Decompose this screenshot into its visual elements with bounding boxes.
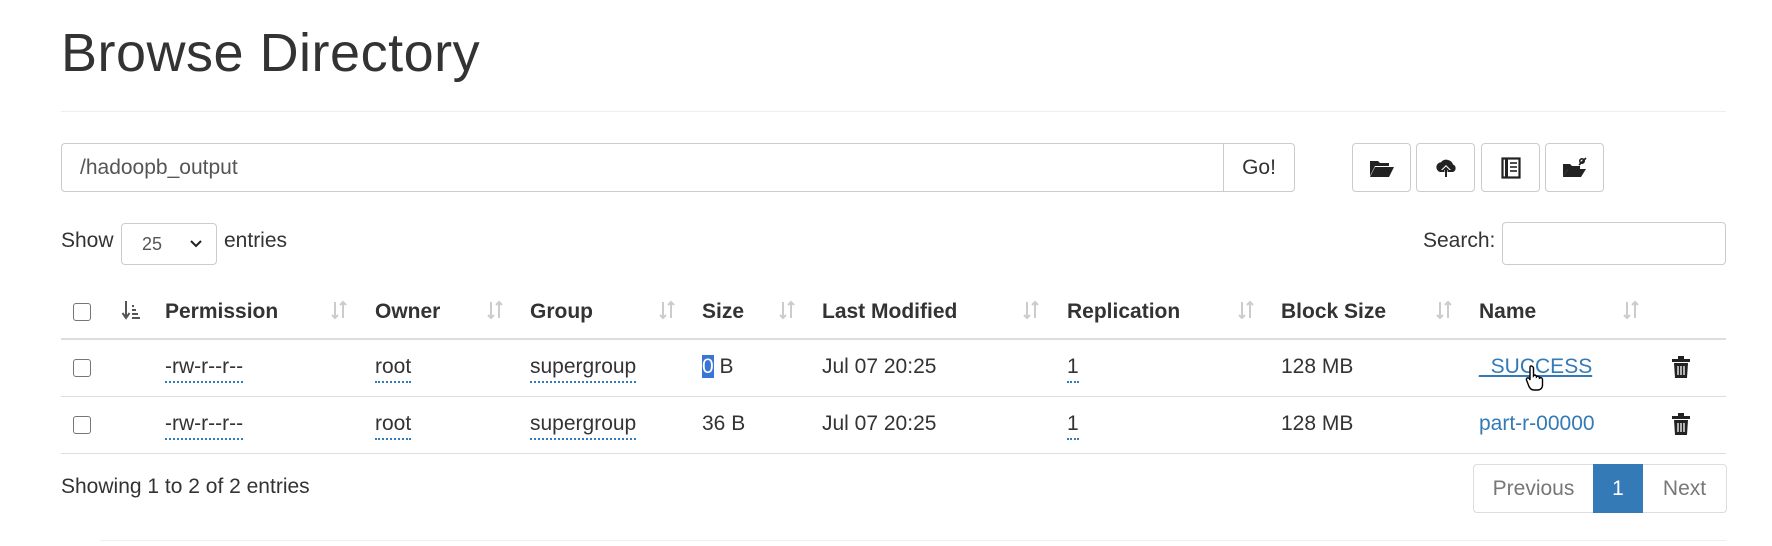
column-header-name[interactable]: Name [1479,300,1536,324]
table-header: Permission Owner Group Size Last Modifie… [61,286,1726,340]
block-size-cell: 128 MB [1281,355,1354,378]
folder-open-icon [1369,160,1394,177]
block-size-cell: 128 MB [1281,412,1354,435]
search-input[interactable] [1502,222,1726,265]
last-modified-cell: Jul 07 20:25 [822,355,937,378]
row-checkbox[interactable] [73,359,91,377]
pagination: Previous 1 Next [1473,464,1727,513]
table-row: -rw-r--r-- root supergroup 0 B Jul 07 20… [61,340,1726,397]
chevron-down-icon [190,240,202,248]
page-number-button[interactable]: 1 [1593,464,1643,513]
sort-both-icon[interactable] [657,298,677,322]
selected-text: 0 [702,355,714,378]
cat-file-button[interactable] [1481,143,1540,192]
next-page-button[interactable]: Next [1643,464,1727,513]
entries-label: entries [224,229,288,252]
replication-cell[interactable]: 1 [1067,412,1079,440]
page-title: Browse Directory [61,23,481,83]
replication-cell[interactable]: 1 [1067,355,1079,383]
sort-ascending-icon[interactable] [121,298,141,322]
size-cell: 0 B [702,355,734,379]
cloud-upload-icon [1435,159,1456,177]
column-header-size[interactable]: Size [702,300,744,324]
table-info: Showing 1 to 2 of 2 entries [61,475,310,498]
column-header-block-size[interactable]: Block Size [1281,300,1386,324]
sort-both-icon[interactable] [485,298,505,322]
sort-both-icon[interactable] [329,298,349,322]
directory-path-input[interactable] [61,143,1223,192]
sort-both-icon[interactable] [1021,298,1041,322]
upload-file-button[interactable] [1416,143,1475,192]
mouse-cursor-icon [1525,365,1544,391]
file-name-link[interactable]: part-r-00000 [1479,412,1595,436]
last-modified-cell: Jul 07 20:25 [822,412,937,435]
select-all-checkbox[interactable] [73,303,91,321]
column-header-group[interactable]: Group [530,300,593,324]
column-header-last-modified[interactable]: Last Modified [822,300,957,324]
sort-both-icon[interactable] [1434,298,1454,322]
column-header-replication[interactable]: Replication [1067,300,1180,324]
create-directory-button[interactable] [1352,143,1411,192]
sort-both-icon[interactable] [1236,298,1256,322]
owner-cell[interactable]: root [375,355,412,383]
table-row: -rw-r--r-- root supergroup 36 B Jul 07 2… [61,397,1726,454]
cut-paste-icon [1562,156,1587,177]
delete-trash-icon[interactable] [1672,355,1690,379]
book-icon [1500,156,1521,179]
row-checkbox[interactable] [73,416,91,434]
group-cell[interactable]: supergroup [530,355,637,383]
sort-both-icon[interactable] [1621,298,1641,322]
go-button[interactable]: Go! [1223,143,1295,192]
permission-cell[interactable]: -rw-r--r-- [165,355,244,383]
path-bar: Go! [61,143,1295,192]
entries-per-page-select[interactable]: 25 [121,223,217,265]
cut-paste-button[interactable] [1545,143,1604,192]
search-label: Search: [1423,229,1496,252]
footer-divider [100,540,1726,541]
entries-per-page-value: 25 [142,233,163,254]
column-header-owner[interactable]: Owner [375,300,440,324]
size-cell: 36 B [702,412,746,435]
show-label: Show [61,229,114,252]
sort-both-icon[interactable] [777,298,797,322]
size-unit: B [713,355,734,378]
column-header-permission[interactable]: Permission [165,300,278,324]
permission-cell[interactable]: -rw-r--r-- [165,412,244,440]
title-divider [61,111,1726,112]
owner-cell[interactable]: root [375,412,412,440]
group-cell[interactable]: supergroup [530,412,637,440]
delete-trash-icon[interactable] [1672,412,1690,436]
previous-page-button[interactable]: Previous [1473,464,1593,513]
